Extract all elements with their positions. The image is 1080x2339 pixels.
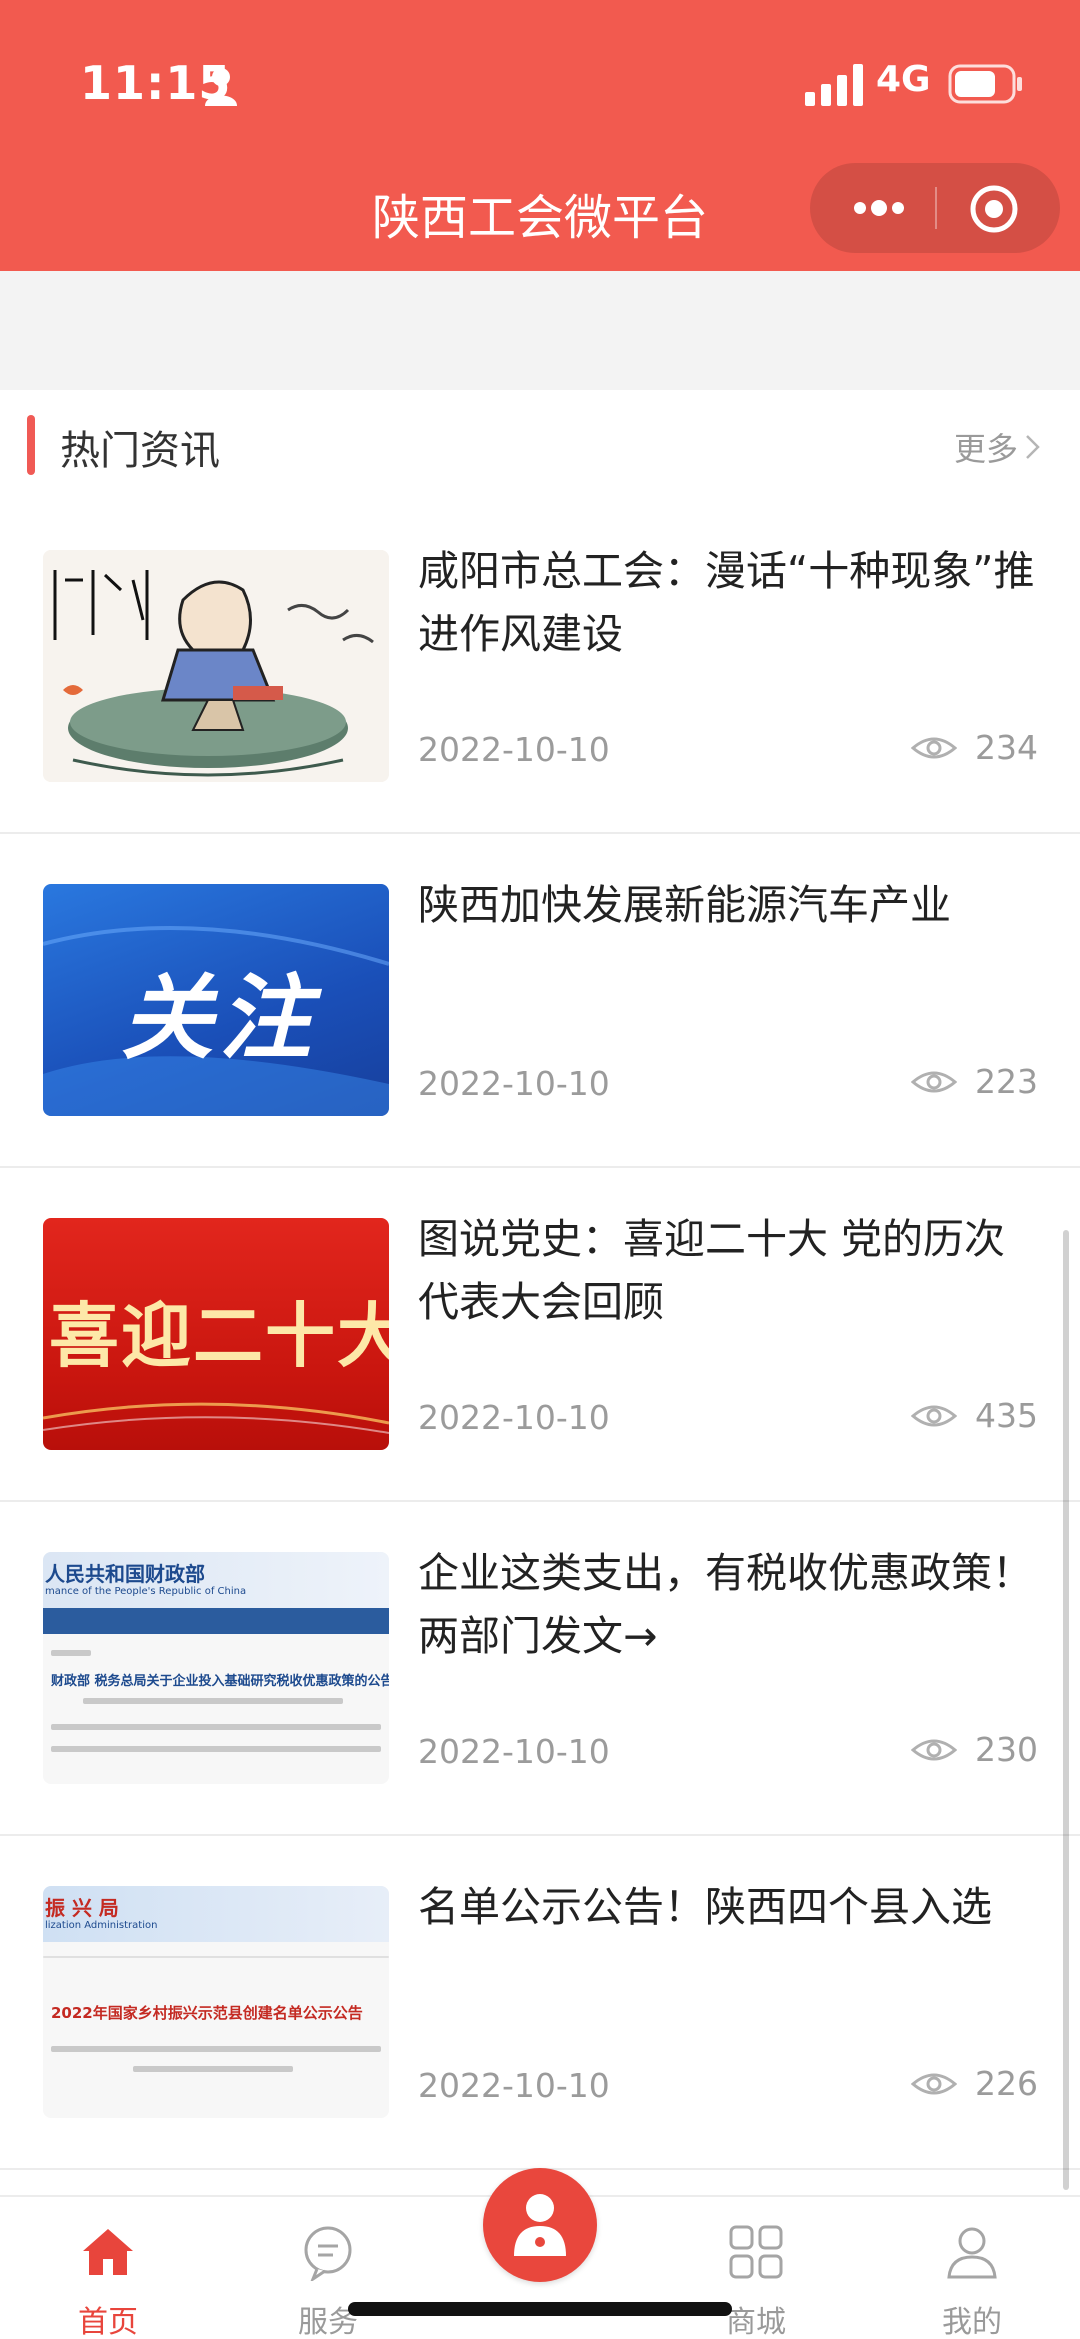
news-view-count: 435 [975,1396,1038,1435]
news-item[interactable]: 关注 陕西加快发展新能源汽车产业 2022-10-10 223 [0,834,1080,1168]
thumbnail-banner-subtitle: mance of the People's Republic of China [45,1586,247,1597]
more-link-label: 更多 [953,430,1018,468]
news-thumbnail-document: 人民共和国财政部 mance of the People's Republic … [43,1552,389,1784]
worker-avatar-icon [514,2194,566,2256]
network-label: 4G [876,59,931,100]
news-view-count: 234 [975,728,1038,767]
thumbnail-headline: 2022年国家乡村振兴示范县创建名单公示公告 [51,2004,363,2022]
news-thumbnail-document: 振 兴 局 lization Administration 2022年国家乡村振… [43,1886,389,2118]
banner-placeholder [0,271,1080,390]
eye-icon [911,2073,957,2094]
news-title: 咸阳市总工会：漫话“十种现象”推进作风建设 [418,547,1035,658]
eye-icon [911,1739,957,1760]
eye-icon [911,1071,957,1092]
news-thumbnail-red: 喜迎二十大 [43,1218,389,1450]
signal-icon [805,64,863,106]
news-list: 咸阳市总工会：漫话“十种现象”推进作风建设 2022-10-10 234 关注 … [0,500,1080,2170]
thumbnail-banner: 振 兴 局 lization Administration [43,1886,389,1942]
mini-program-capsule [810,163,1060,253]
chat-bubble-icon [304,2226,352,2281]
news-date: 2022-10-10 [418,2066,610,2105]
thumbnail-headline: 财政部 税务总局关于企业投入基础研究税收优惠政策的公告 [51,1674,389,1689]
user-profile-icon [947,2227,997,2279]
doc-line [43,1956,389,1958]
home-indicator[interactable] [348,2302,732,2316]
grid-apps-icon [729,2225,783,2279]
news-views: 435 [911,1396,1038,1435]
thumbnail-banner: 人民共和国财政部 mance of the People's Republic … [43,1552,389,1608]
tab-mine[interactable]: 我的 [902,2197,1042,2339]
eye-icon [911,737,957,758]
chevron-right-icon [1026,435,1040,459]
doc-line [133,2066,293,2072]
doc-line [83,1698,343,1704]
tab-mall[interactable]: 商城 [686,2197,826,2339]
news-item[interactable]: 咸阳市总工会：漫话“十种现象”推进作风建设 2022-10-10 234 [0,500,1080,834]
tab-label: 我的 [942,2305,1002,2339]
thumbnail-banner-subtitle: lization Administration [45,1920,158,1931]
news-date: 2022-10-10 [418,1064,610,1103]
news-thumbnail-blue: 关注 [43,884,389,1116]
header: 11:15 4G 陕西工会微平台 [0,0,1080,271]
content-panel: 热门资讯 更多 咸阳市总工会：漫话“十种现象”推进作风建设 2022-10-10… [0,390,1080,2195]
home-icon [83,2229,133,2275]
news-title: 图说党史：喜迎二十大 党的历次代表大会回顾 [418,1215,1006,1326]
news-views: 230 [911,1730,1038,1769]
news-view-count: 223 [975,1062,1038,1101]
news-item[interactable]: 人民共和国财政部 mance of the People's Republic … [0,1502,1080,1836]
news-title: 企业这类支出，有税收优惠政策！两部门发文→ [418,1549,1033,1660]
app-root: 11:15 4G 陕西工会微平台 热门资讯 更多 咸阳市总工会：漫话“十种现象”… [0,0,1080,2339]
news-views: 226 [911,2064,1038,2103]
news-title: 陕西加快发展新能源汽车产业 [418,881,951,929]
more-link[interactable]: 更多 [954,424,1042,470]
section-accent-bar [27,415,35,475]
doc-line [51,1650,91,1656]
eye-icon [911,1405,957,1426]
tab-service[interactable]: 服务 [258,2197,398,2339]
section-title: 热门资讯 [60,428,220,474]
news-view-count: 226 [975,2064,1038,2103]
news-date: 2022-10-10 [418,730,610,769]
thumbnail-banner-title: 人民共和国财政部 [45,1562,205,1586]
doc-line [51,1746,381,1752]
thumbnail-text: 关注 [121,965,318,1072]
news-date: 2022-10-10 [418,1732,610,1771]
more-dots-icon[interactable] [848,185,910,231]
news-item[interactable]: 振 兴 局 lization Administration 2022年国家乡村振… [0,1836,1080,2170]
doc-line [51,1724,381,1730]
close-target-icon[interactable] [968,183,1020,235]
thumbnail-banner-title: 振 兴 局 [45,1896,119,1920]
doc-line [51,2046,381,2052]
person-icon [205,68,237,106]
news-view-count: 230 [975,1730,1038,1769]
thumbnail-text: 喜迎二十大 [49,1295,389,1377]
thumbnail-search-bar [43,1608,389,1634]
news-date: 2022-10-10 [418,1398,610,1437]
scrollbar-thumb[interactable] [1063,1230,1069,2190]
section-header: 热门资讯 更多 [0,390,1080,500]
tab-home[interactable]: 首页 [38,2197,178,2339]
battery-icon [948,64,1022,104]
cartoon-illustration [43,550,389,782]
news-title: 名单公示公告！陕西四个县入选 [418,1883,992,1931]
news-thumbnail-cartoon [43,550,389,782]
news-views: 234 [911,728,1038,767]
news-item[interactable]: 喜迎二十大 图说党史：喜迎二十大 党的历次代表大会回顾 2022-10-10 4… [0,1168,1080,1502]
news-views: 223 [911,1062,1038,1101]
center-profile-button[interactable] [483,2168,597,2282]
capsule-divider [935,187,937,229]
tab-label: 首页 [78,2305,138,2339]
status-bar: 11:15 4G [0,0,1080,170]
